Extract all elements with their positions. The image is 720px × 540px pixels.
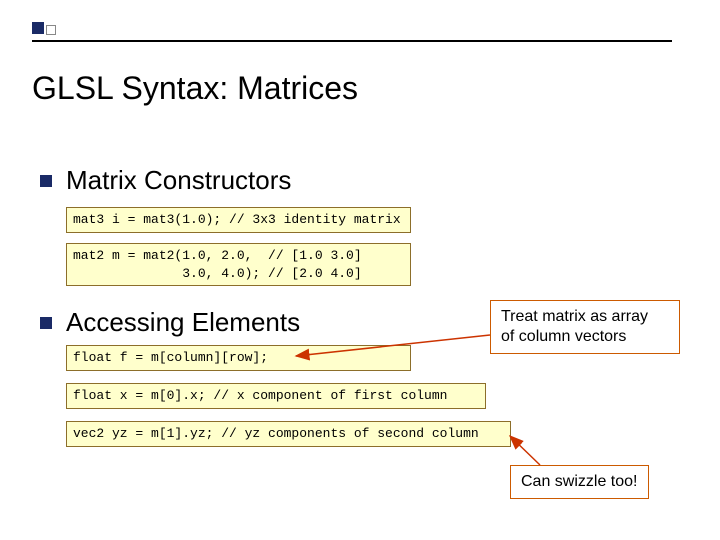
arrow-to-swizzle: [0, 0, 720, 540]
